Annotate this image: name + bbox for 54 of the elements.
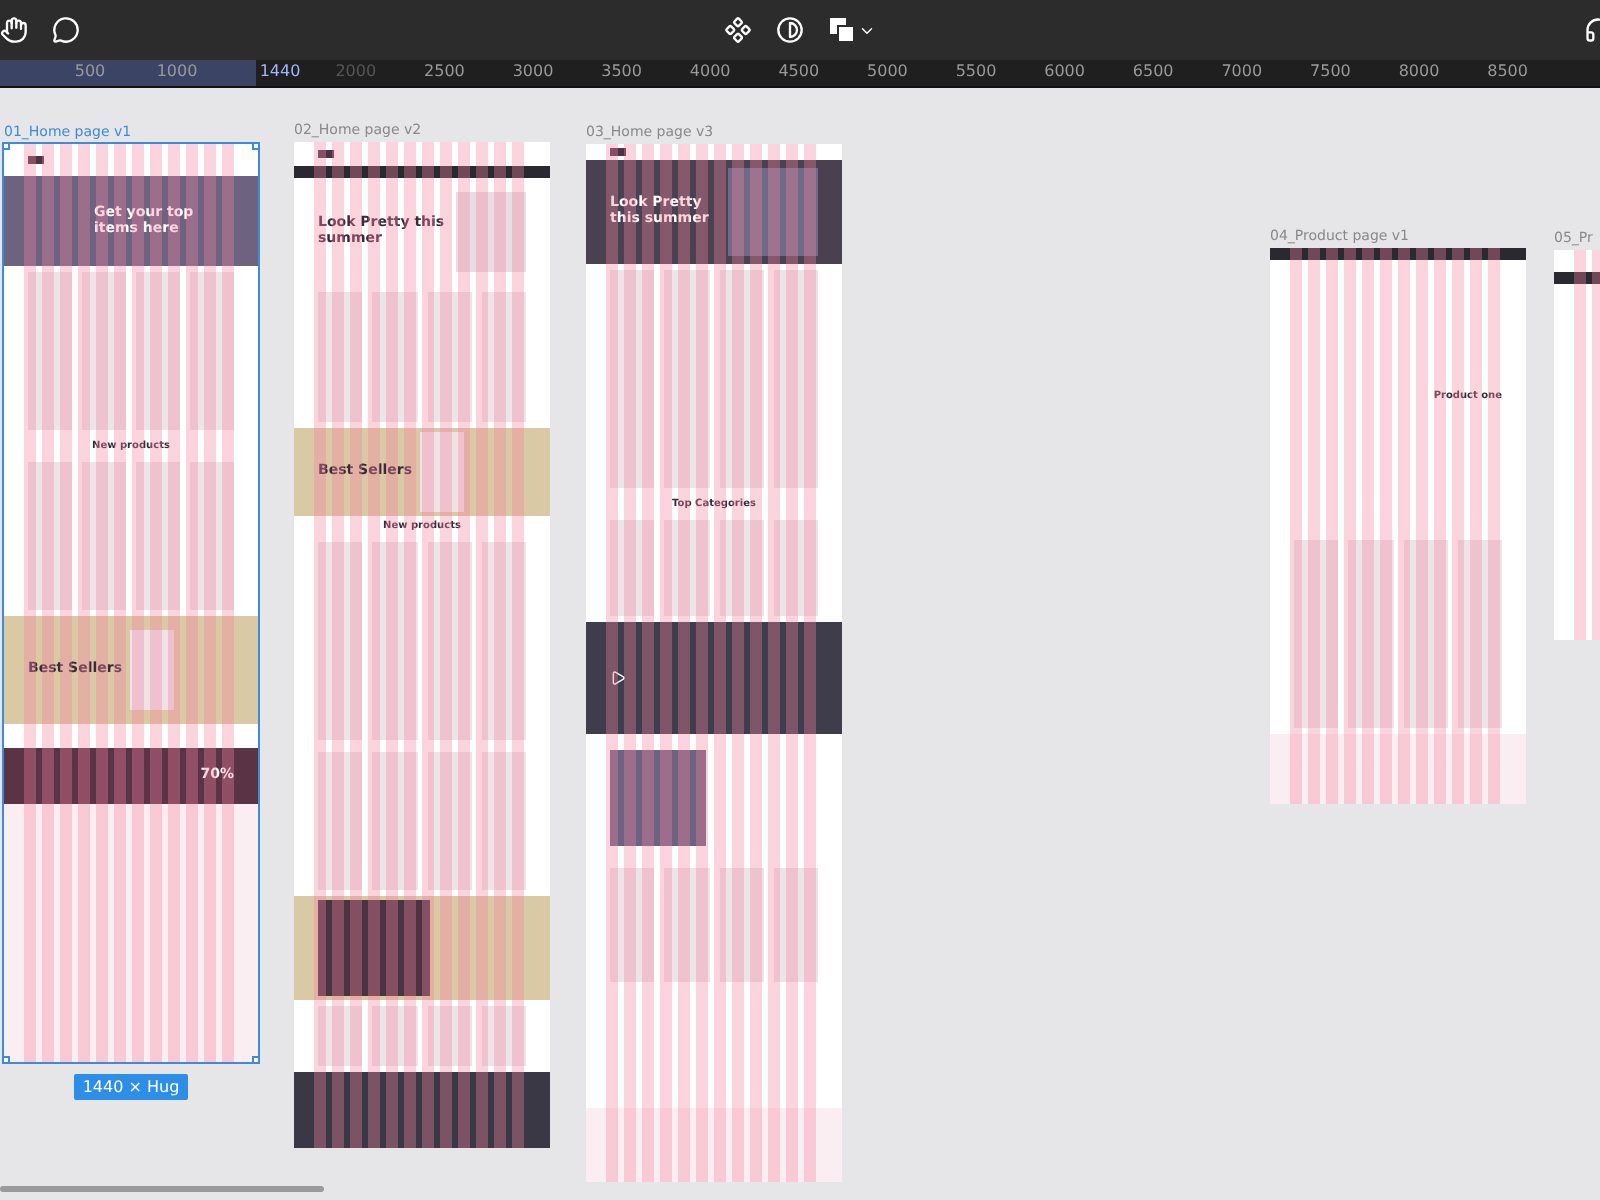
image-placeholder <box>130 630 174 710</box>
ruler-tick-label: 6000 <box>1044 62 1085 80</box>
image-placeholder <box>773 519 818 616</box>
image-placeholder <box>318 1006 363 1066</box>
image-placeholder <box>318 292 363 422</box>
image-placeholder <box>610 519 655 616</box>
logo-placeholder <box>28 156 44 164</box>
ruler-tick-label: 2500 <box>424 62 465 80</box>
image-placeholder <box>728 168 818 256</box>
ruler-tick-label: 500 <box>74 62 106 80</box>
contrast-icon[interactable] <box>776 16 804 44</box>
image-placeholder <box>719 868 764 982</box>
boolean-shapes-button[interactable] <box>828 16 876 44</box>
image-placeholder <box>372 752 417 890</box>
size-badge: 1440 × Hug <box>74 1074 188 1100</box>
image-placeholder <box>664 868 709 982</box>
image-placeholder <box>664 519 709 616</box>
component-icon[interactable] <box>724 16 752 44</box>
image-placeholder <box>610 868 655 982</box>
logo-placeholder <box>318 150 334 158</box>
image-placeholder <box>481 1006 526 1066</box>
image-placeholder <box>773 868 818 982</box>
shapes-icon <box>828 16 856 44</box>
image-placeholder <box>610 750 706 846</box>
ruler-tick-label: 6500 <box>1132 62 1174 80</box>
image-placeholder <box>456 192 526 272</box>
image-placeholder <box>719 519 764 616</box>
image-placeholder <box>427 752 472 890</box>
image-placeholder <box>372 292 417 422</box>
ruler-tick-label: 4500 <box>778 62 820 80</box>
ruler-tick-label: 8500 <box>1487 62 1528 80</box>
ruler-tick-label: 8000 <box>1398 62 1440 80</box>
comment-icon[interactable] <box>52 16 80 44</box>
image-placeholder <box>427 1006 472 1066</box>
ruler-tick-label: 5500 <box>955 62 997 80</box>
image-placeholder <box>318 900 430 996</box>
ruler-tick-label: 3500 <box>601 62 642 80</box>
ruler-tick-label: 4000 <box>689 62 731 80</box>
ruler-tick-label: 1000 <box>156 62 198 80</box>
image-placeholder <box>372 1006 417 1066</box>
image-placeholder <box>318 752 363 890</box>
ruler-tick-label: 5000 <box>867 62 908 80</box>
ruler-tick-label: 7000 <box>1221 62 1263 80</box>
hand-tool-icon[interactable] <box>0 16 28 44</box>
play-icon[interactable] <box>610 670 626 686</box>
horizontal-scrollbar[interactable] <box>0 1186 324 1192</box>
image-placeholder <box>420 432 464 512</box>
image-placeholder <box>481 292 526 422</box>
ruler-tick-label: 7500 <box>1310 62 1351 80</box>
image-placeholder <box>427 292 472 422</box>
ruler-tick-label: 3000 <box>512 62 554 80</box>
ruler-tick-label: 1440 <box>259 62 301 80</box>
logo-placeholder <box>610 148 626 156</box>
image-placeholder <box>481 752 526 890</box>
